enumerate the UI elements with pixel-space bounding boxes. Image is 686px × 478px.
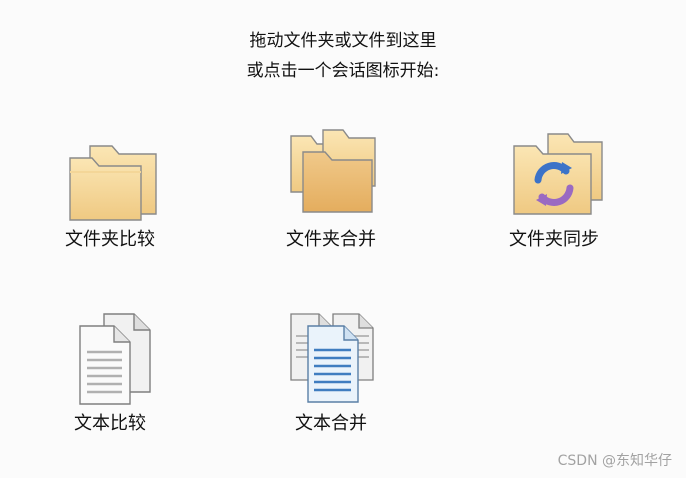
text-compare-icon [79, 313, 151, 405]
instruction-line-2: 或点击一个会话图标开始: [246, 61, 440, 81]
text-merge-label: 文本合并 [295, 413, 367, 434]
folder-compare-label: 文件夹比较 [65, 229, 155, 250]
folder-sync-tile[interactable]: 文件夹同步 [474, 124, 634, 252]
folder-sync-icon [513, 133, 603, 215]
instruction-line-1: 拖动文件夹或文件到这里 [249, 31, 437, 51]
text-merge-icon [290, 313, 374, 403]
folder-merge-label: 文件夹合并 [286, 229, 376, 250]
folder-compare-icon [69, 145, 157, 221]
folder-sync-label: 文件夹同步 [509, 229, 599, 250]
folder-merge-tile[interactable]: 文件夹合并 [251, 124, 411, 252]
text-merge-tile[interactable]: 文本合并 [251, 308, 411, 436]
text-compare-tile[interactable]: 文本比较 [30, 308, 190, 436]
folder-merge-icon [290, 129, 376, 213]
instructions: 拖动文件夹或文件到这里 或点击一个会话图标开始: [0, 26, 686, 86]
folder-compare-tile[interactable]: 文件夹比较 [30, 124, 190, 252]
watermark: CSDN @东知华仔 [557, 453, 672, 469]
text-compare-label: 文本比较 [74, 413, 146, 434]
